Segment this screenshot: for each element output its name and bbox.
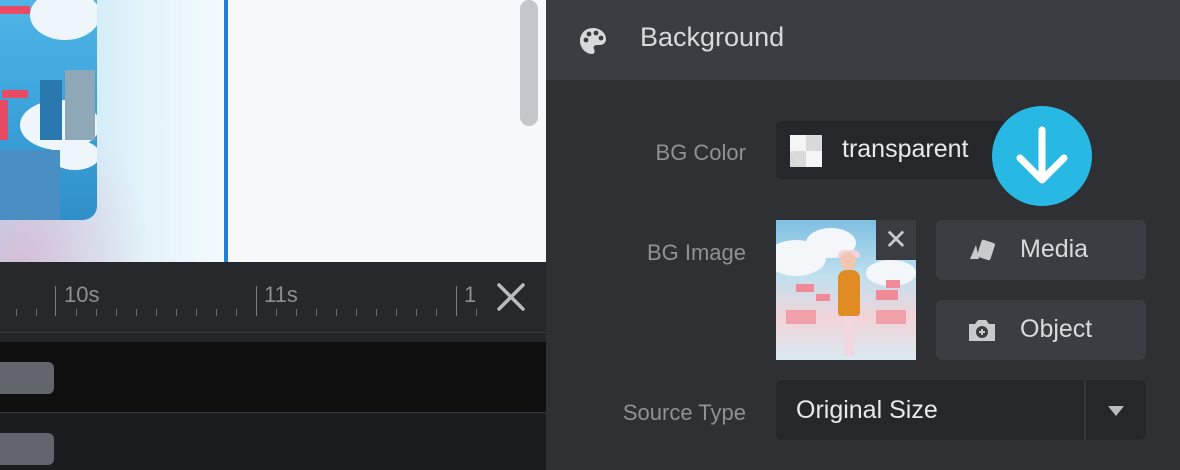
palette-icon (578, 26, 608, 56)
bg-image-thumbnail[interactable]: ✕ (776, 220, 916, 360)
timeline-clip[interactable] (0, 433, 54, 465)
media-icon (966, 235, 998, 265)
chevron-down-icon[interactable] (1108, 406, 1124, 416)
source-type-select[interactable]: Original Size (776, 380, 1146, 440)
section-title: Background (640, 22, 785, 52)
bg-color-label: BG Color (655, 140, 746, 165)
tick-label-11s: 11s (264, 282, 298, 307)
tick-label-12s: 1 (464, 282, 477, 307)
bg-image-label: BG Image (646, 240, 746, 265)
editor-area: 10s 11s 1 (0, 0, 546, 470)
properties-panel: Background BG Color transparent BG Image… (546, 0, 1180, 470)
timeline-track[interactable] (0, 413, 546, 470)
tick-label-10s: 10s (64, 282, 100, 307)
canvas-scrollbar[interactable] (520, 0, 538, 126)
background-section-header[interactable]: Background (546, 0, 1180, 80)
color-swatch[interactable] (790, 135, 822, 167)
canvas-layer-image[interactable] (0, 0, 97, 220)
camera-plus-icon (966, 315, 998, 345)
remove-image-icon[interactable]: ✕ (876, 220, 916, 260)
source-type-label: Source Type (622, 400, 746, 425)
object-button[interactable]: Object (936, 300, 1146, 360)
timeline-track[interactable] (0, 342, 546, 413)
bg-color-value: transparent (842, 135, 969, 163)
stage-canvas[interactable] (0, 0, 546, 262)
playhead-line[interactable] (224, 0, 228, 262)
select-divider (1084, 380, 1086, 440)
arrow-down-icon[interactable] (992, 106, 1092, 206)
timeline-panel: 10s 11s 1 (0, 262, 546, 470)
timeline-clip[interactable] (0, 362, 54, 394)
time-ruler[interactable]: 10s 11s 1 (0, 262, 546, 333)
media-button-label: Media (1020, 235, 1089, 263)
close-icon[interactable] (494, 280, 528, 314)
source-type-value: Original Size (796, 396, 938, 424)
object-button-label: Object (1020, 315, 1093, 343)
media-button[interactable]: Media (936, 220, 1146, 280)
